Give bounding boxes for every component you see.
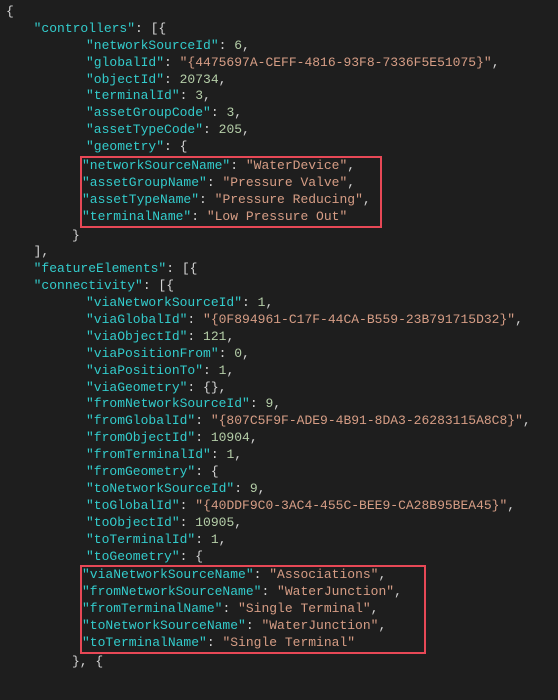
kv-geometry: "geometry": {: [0, 139, 558, 156]
kv-terminalId: "terminalId": 3,: [0, 88, 558, 105]
kv-fromObjectId: "fromObjectId": 10904,: [0, 430, 558, 447]
kv-fromGeometry: "fromGeometry": {: [0, 464, 558, 481]
kv-assetGroupCode: "assetGroupCode": 3,: [0, 105, 558, 122]
kv-toGlobalId: "toGlobalId": "{40DDF9C0-3AC4-455C-BEE9-…: [0, 498, 558, 515]
kv-toNetworkSourceId: "toNetworkSourceId": 9,: [0, 481, 558, 498]
brace-close-comma: }, {: [0, 654, 558, 671]
kv-viaNetworkSourceName: "viaNetworkSourceName": "Associations",: [82, 567, 424, 584]
kv-fromTerminalName: "fromTerminalName": "Single Terminal",: [82, 601, 424, 618]
controllers-key: "controllers": [{: [0, 21, 558, 38]
kv-fromTerminalId: "fromTerminalId": 1,: [0, 447, 558, 464]
kv-viaPositionFrom: "viaPositionFrom": 0,: [0, 346, 558, 363]
connectivity-key: "connectivity": [{: [0, 278, 558, 295]
kv-viaGeometry: "viaGeometry": {},: [0, 380, 558, 397]
kv-fromGlobalId: "fromGlobalId": "{807C5F9F-ADE9-4B91-8DA…: [0, 413, 558, 430]
kv-assetTypeCode: "assetTypeCode": 205,: [0, 122, 558, 139]
code-viewer: { "controllers": [{ "networkSourceId": 6…: [0, 4, 558, 671]
kv-toGeometry: "toGeometry": {: [0, 549, 558, 566]
kv-viaPositionTo: "viaPositionTo": 1,: [0, 363, 558, 380]
kv-viaNetworkSourceId: "viaNetworkSourceId": 1,: [0, 295, 558, 312]
kv-toObjectId: "toObjectId": 10905,: [0, 515, 558, 532]
array-close: ],: [0, 244, 558, 261]
kv-networkSourceId: "networkSourceId": 6,: [0, 38, 558, 55]
kv-viaGlobalId: "viaGlobalId": "{0F894961-C17F-44CA-B559…: [0, 312, 558, 329]
brace-open: {: [0, 4, 558, 21]
kv-fromNetworkSourceName: "fromNetworkSourceName": "WaterJunction"…: [82, 584, 424, 601]
kv-toTerminalId: "toTerminalId": 1,: [0, 532, 558, 549]
kv-toNetworkSourceName: "toNetworkSourceName": "WaterJunction",: [82, 618, 424, 635]
featureElements-key: "featureElements": [{: [0, 261, 558, 278]
kv-viaObjectId: "viaObjectId": 121,: [0, 329, 558, 346]
kv-objectId: "objectId": 20734,: [0, 72, 558, 89]
highlight-box-1: "networkSourceName": "WaterDevice", "ass…: [80, 156, 382, 228]
kv-terminalName: "terminalName": "Low Pressure Out": [82, 209, 380, 226]
kv-networkSourceName: "networkSourceName": "WaterDevice",: [82, 158, 380, 175]
kv-globalId: "globalId": "{4475697A-CEFF-4816-93F8-73…: [0, 55, 558, 72]
highlight-box-2: "viaNetworkSourceName": "Associations", …: [80, 565, 426, 653]
brace-close: }: [0, 228, 558, 245]
kv-assetGroupName: "assetGroupName": "Pressure Valve",: [82, 175, 380, 192]
kv-assetTypeName: "assetTypeName": "Pressure Reducing",: [82, 192, 380, 209]
kv-fromNetworkSourceId: "fromNetworkSourceId": 9,: [0, 396, 558, 413]
kv-toTerminalName: "toTerminalName": "Single Terminal": [82, 635, 424, 652]
